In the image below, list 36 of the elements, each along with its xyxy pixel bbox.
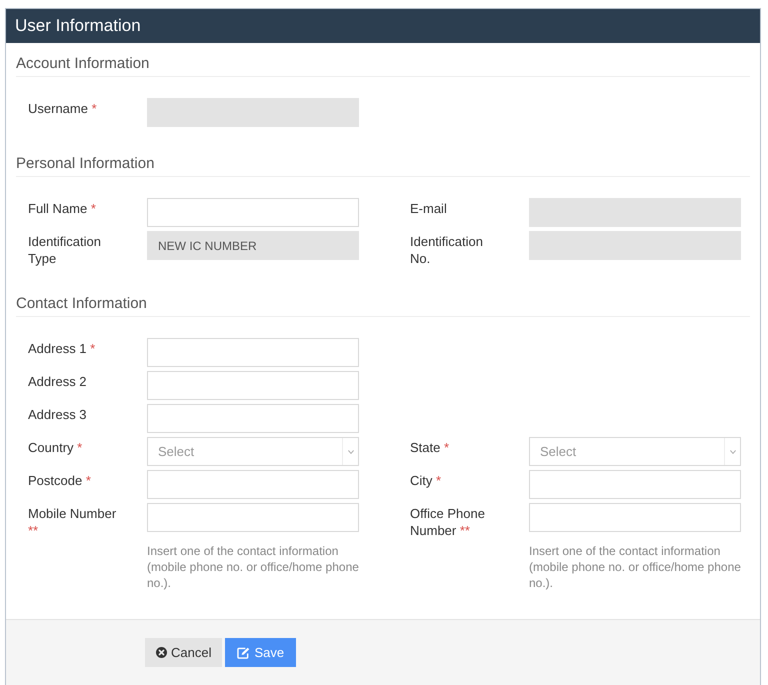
field-label: Country *	[28, 440, 82, 455]
text-input[interactable]	[529, 470, 741, 499]
field-label: City *	[410, 473, 442, 488]
text-input[interactable]	[147, 198, 359, 227]
select-field[interactable]: Select	[529, 437, 741, 466]
text-input[interactable]	[147, 371, 359, 400]
select-field[interactable]: Select	[147, 437, 359, 466]
field-label: E-mail	[410, 201, 447, 216]
chevron-down-icon	[730, 450, 736, 454]
field-label: Postcode *	[28, 473, 91, 488]
section-heading: Personal Information	[16, 154, 750, 177]
cancel-button[interactable]: Cancel	[145, 638, 222, 667]
field-label: State *	[410, 440, 450, 455]
field-label: Address 2	[28, 374, 87, 389]
field-label: Identification No.	[410, 234, 483, 266]
text-input[interactable]	[147, 503, 359, 532]
edit-icon	[237, 646, 250, 658]
save-button[interactable]: Save	[225, 638, 296, 667]
text-input[interactable]	[147, 404, 359, 433]
panel-title: User Information	[15, 16, 141, 36]
field-label: Mobile Number **	[28, 506, 116, 538]
help-text: Insert one of the contact information (mobile phone no. or office/home phone no.).	[147, 543, 359, 591]
field-label: Username *	[28, 101, 97, 116]
chevron-down-icon	[348, 450, 354, 454]
text-input[interactable]	[147, 470, 359, 499]
circle-x-icon	[156, 647, 167, 658]
text-input[interactable]	[529, 503, 741, 532]
text-input[interactable]	[147, 338, 359, 367]
field-label: Full Name *	[28, 201, 96, 216]
field-label: Address 1 *	[28, 341, 96, 356]
section-heading: Contact Information	[16, 294, 750, 317]
field-label: Identification Type	[28, 234, 101, 266]
field-label: Office Phone Number **	[410, 506, 485, 538]
help-text: Insert one of the contact information (mobile phone no. or office/home phone no.).	[529, 543, 741, 591]
section-heading: Account Information	[16, 54, 750, 77]
field-label: Address 3	[28, 407, 87, 422]
